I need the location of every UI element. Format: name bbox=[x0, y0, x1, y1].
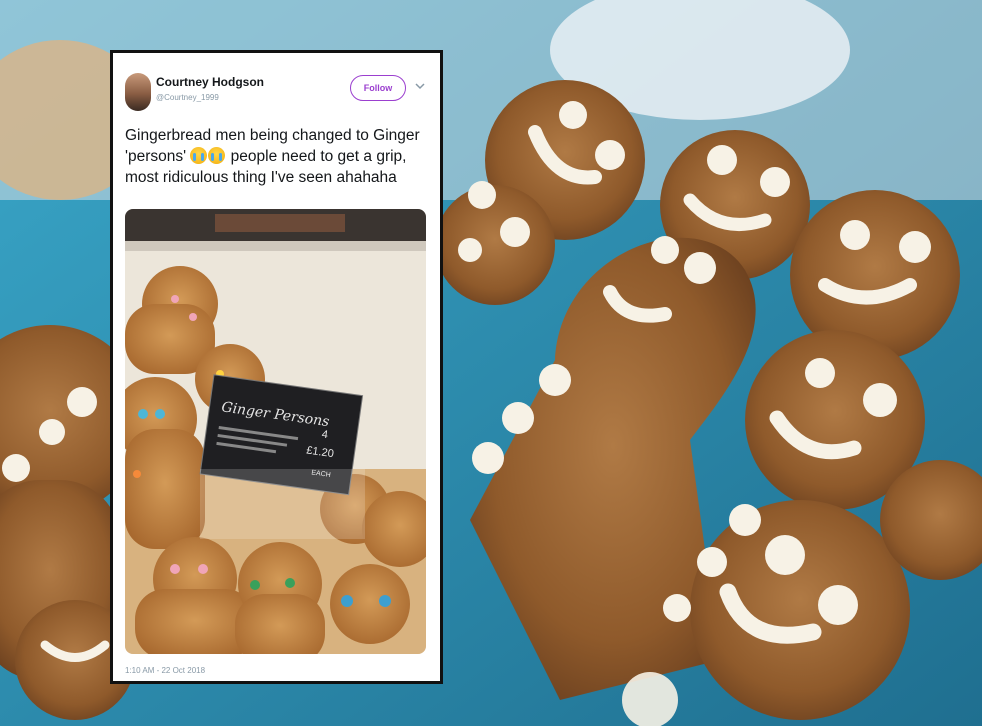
tweet-text: Gingerbread men being changed to Ginger … bbox=[125, 125, 430, 188]
gingerbread-display-photo: Ginger Persons 4 £1.20 EACH bbox=[125, 209, 426, 654]
tweet-card: Courtney Hodgson @Courtney_1999 Follow G… bbox=[110, 50, 443, 684]
tweet-timestamp[interactable]: 1:10 AM - 22 Oct 2018 bbox=[125, 666, 205, 675]
user-handle[interactable]: @Courtney_1999 bbox=[156, 93, 219, 102]
crying-laughing-emoji-icon bbox=[208, 147, 226, 164]
follow-button[interactable]: Follow bbox=[350, 75, 406, 101]
background-photo: Courtney Hodgson @Courtney_1999 Follow G… bbox=[0, 0, 982, 726]
chevron-down-icon[interactable] bbox=[415, 81, 425, 91]
crying-laughing-emoji-icon bbox=[190, 147, 208, 164]
tweet-photo[interactable]: Ginger Persons 4 £1.20 EACH bbox=[125, 209, 426, 654]
display-name[interactable]: Courtney Hodgson bbox=[156, 75, 264, 89]
avatar[interactable] bbox=[125, 73, 151, 111]
